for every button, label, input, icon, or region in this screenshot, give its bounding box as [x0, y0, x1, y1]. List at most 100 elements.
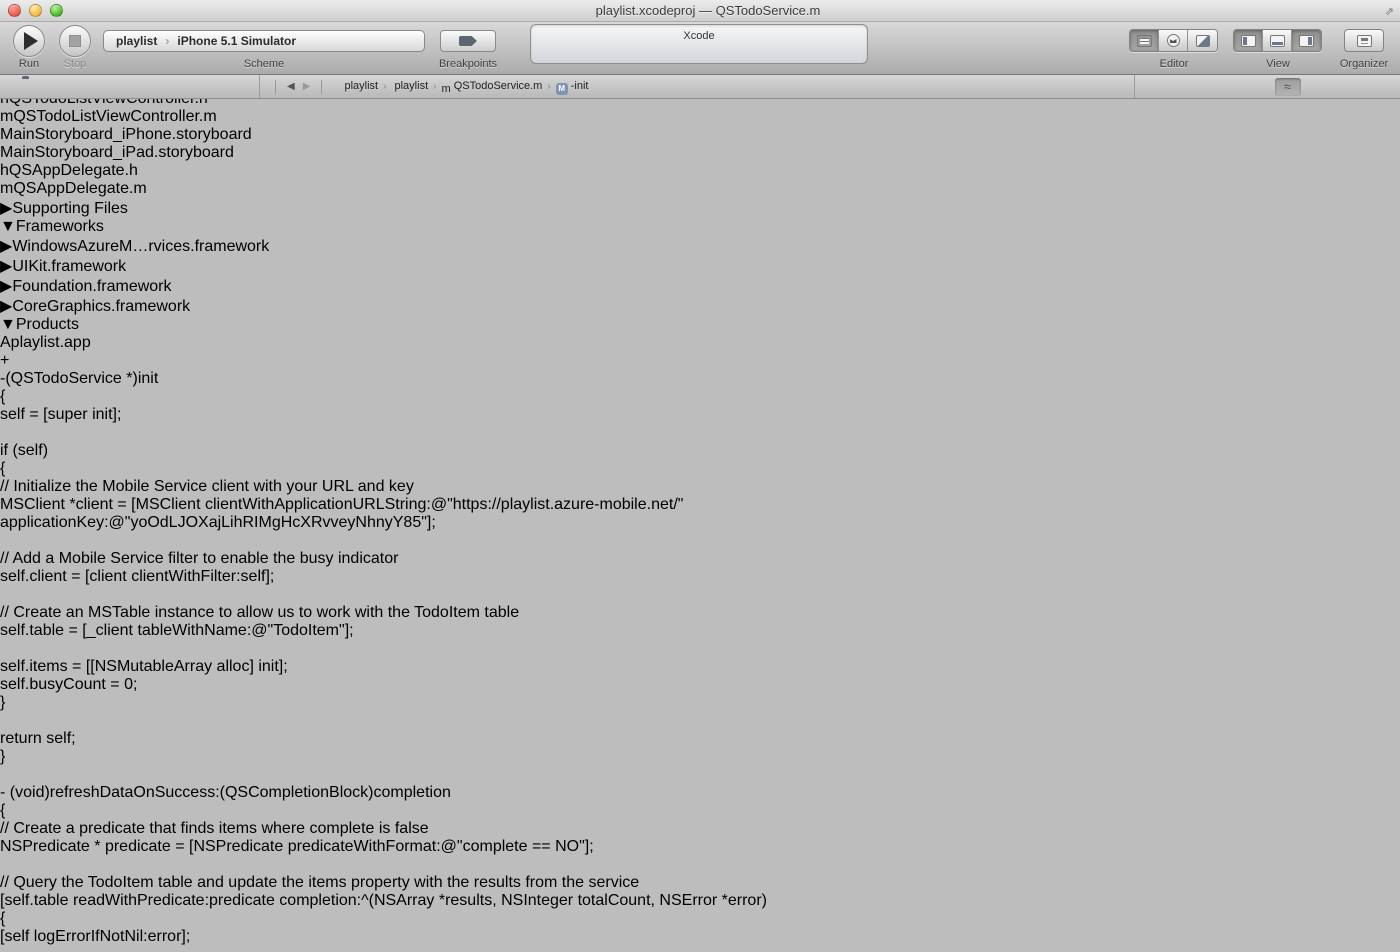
main-toolbar: Run Stop playlist › iPhone 5.1 Simulator… [0, 22, 1400, 75]
version-editor-button[interactable] [1188, 30, 1217, 51]
jumpbar-item[interactable]: M -init [556, 80, 589, 92]
tree-item[interactable]: mQSAppDelegate.m [0, 180, 1400, 198]
code-line [0, 532, 1400, 550]
organizer-button[interactable] [1344, 29, 1384, 52]
code-line: { [0, 388, 1400, 406]
assistant-editor-icon [1167, 34, 1180, 47]
log-navigator-icon[interactable] [220, 79, 238, 95]
code-line: NSPredicate * predicate = [NSPredicate p… [0, 838, 1400, 856]
scheme-destination: iPhone 5.1 Simulator [177, 34, 296, 48]
tree-item[interactable]: Aplaylist.app [0, 334, 1400, 352]
scheme-selector[interactable]: playlist › iPhone 5.1 Simulator [103, 30, 425, 52]
code-line: // Create an MSTable instance to allow u… [0, 604, 1400, 622]
app-product-icon: A [0, 334, 11, 351]
organizer-icon [1357, 35, 1372, 47]
tree-item[interactable]: ▶Supporting Files [0, 198, 1400, 218]
forward-button[interactable]: ▶ [303, 81, 311, 92]
code-line: MSClient *client = [MSClient clientWithA… [0, 496, 1400, 514]
toggle-utilities-button[interactable] [1292, 30, 1321, 51]
view-segmented [1233, 29, 1322, 52]
jumpbar-item[interactable]: m QSTodoService.m [441, 80, 542, 92]
stop-icon [69, 35, 81, 47]
add-button[interactable]: + [0, 352, 9, 369]
quick-help-inspector-icon: ≈ [1284, 79, 1291, 94]
window-title: playlist.xcodeproj — QSTodoService.m [0, 3, 1400, 18]
code-line: self.client = [client clientWithFilter:s… [0, 568, 1400, 586]
code-line: // Initialize the Mobile Service client … [0, 478, 1400, 496]
toggle-navigator-button[interactable] [1234, 30, 1263, 51]
run-label: Run [13, 58, 45, 70]
stop-button[interactable] [59, 25, 91, 57]
issue-navigator-icon[interactable] [121, 79, 139, 95]
disclosure-triangle-icon[interactable]: ▼ [0, 218, 16, 235]
jumpbar-item[interactable]: playlist [391, 80, 428, 92]
implementation-file-icon: m [0, 180, 13, 197]
disclosure-triangle-icon[interactable]: ▶ [0, 238, 12, 255]
code-line: { [0, 460, 1400, 478]
code-line: self.busyCount = 0; [0, 676, 1400, 694]
breakpoint-navigator-icon[interactable] [187, 79, 205, 95]
code-line: - (void)refreshDataOnSuccess:(QSCompleti… [0, 784, 1400, 802]
code-line [0, 856, 1400, 874]
quick-help-inspector-button[interactable]: ≈ [1275, 78, 1301, 96]
scheme-project: playlist [116, 34, 157, 48]
breakpoints-label: Breakpoints [424, 58, 512, 70]
disclosure-triangle-icon[interactable]: ▶ [0, 298, 12, 315]
inspector-selector-bar: ≈ [1135, 75, 1400, 98]
play-icon [24, 32, 38, 50]
implementation-file-icon: m [0, 108, 13, 125]
standard-editor-button[interactable] [1130, 30, 1159, 51]
symbol-navigator-icon[interactable] [55, 79, 73, 95]
tree-item[interactable]: mQSTodoListViewController.m [0, 108, 1400, 126]
tree-item[interactable]: MainStoryboard_iPad.storyboard [0, 144, 1400, 162]
utilities-panel-icon [1299, 35, 1314, 47]
project-doc-icon [580, 5, 592, 17]
tree-item[interactable]: ▶CoreGraphics.framework [0, 296, 1400, 316]
code-line: -(QSTodoService *)init [0, 370, 1400, 388]
code-line [0, 640, 1400, 658]
code-line: } [0, 694, 1400, 712]
code-line: applicationKey:@"yoOdLJOXajLihRIMgHcXRvv… [0, 514, 1400, 532]
tree-item[interactable]: ▶UIKit.framework [0, 256, 1400, 276]
window-titlebar: playlist.xcodeproj — QSTodoService.m ⇗ [0, 0, 1400, 22]
search-navigator-icon[interactable] [88, 79, 106, 95]
source-editor[interactable]: -(QSTodoService *)init{ self = [super in… [0, 370, 1400, 952]
disclosure-triangle-icon[interactable]: ▶ [0, 278, 12, 295]
project-navigator-icon[interactable] [22, 79, 40, 95]
file-inspector-button[interactable] [1235, 78, 1261, 96]
code-line: } [0, 748, 1400, 766]
debug-navigator-icon[interactable] [154, 79, 172, 95]
assistant-editor-button[interactable] [1159, 30, 1188, 51]
fullscreen-icon[interactable]: ⇗ [1385, 5, 1394, 18]
breakpoints-toggle[interactable] [440, 30, 496, 52]
navigator-filter-bar: + [0, 352, 1400, 370]
stop-label: Stop [59, 58, 91, 70]
standard-editor-icon [1137, 35, 1152, 47]
code-line: // Query the TodoItem table and update t… [0, 874, 1400, 892]
tree-item[interactable]: ▼Products [0, 316, 1400, 334]
version-editor-icon [1196, 35, 1210, 47]
tree-item[interactable]: ▶Foundation.framework [0, 276, 1400, 296]
disclosure-triangle-icon[interactable]: ▶ [0, 200, 12, 217]
code-line [0, 424, 1400, 442]
activity-app-name: Xcode [531, 30, 867, 42]
scheme-label: Scheme [103, 58, 425, 70]
run-button[interactable] [13, 25, 45, 57]
jumpbar-item[interactable]: playlist [329, 80, 378, 92]
code-line: self.table = [_client tableWithName:@"To… [0, 622, 1400, 640]
navigator-selector-bar [0, 75, 260, 98]
code-line: { [0, 802, 1400, 820]
tree-item[interactable]: hQSAppDelegate.h [0, 162, 1400, 180]
tree-item[interactable]: MainStoryboard_iPhone.storyboard [0, 126, 1400, 144]
back-button[interactable]: ◀ [287, 81, 295, 92]
navigator-panel-icon [1241, 35, 1256, 47]
activity-viewer: Xcode [530, 24, 868, 64]
code-line [0, 712, 1400, 730]
tree-item[interactable]: ▼Frameworks [0, 218, 1400, 236]
code-line: [self.table readWithPredicate:predicate … [0, 892, 1400, 910]
disclosure-triangle-icon[interactable]: ▶ [0, 258, 12, 275]
tree-item[interactable]: ▶WindowsAzureM…rvices.framework [0, 236, 1400, 256]
disclosure-triangle-icon[interactable]: ▼ [0, 316, 16, 333]
code-line [0, 946, 1400, 952]
toggle-debug-area-button[interactable] [1263, 30, 1292, 51]
